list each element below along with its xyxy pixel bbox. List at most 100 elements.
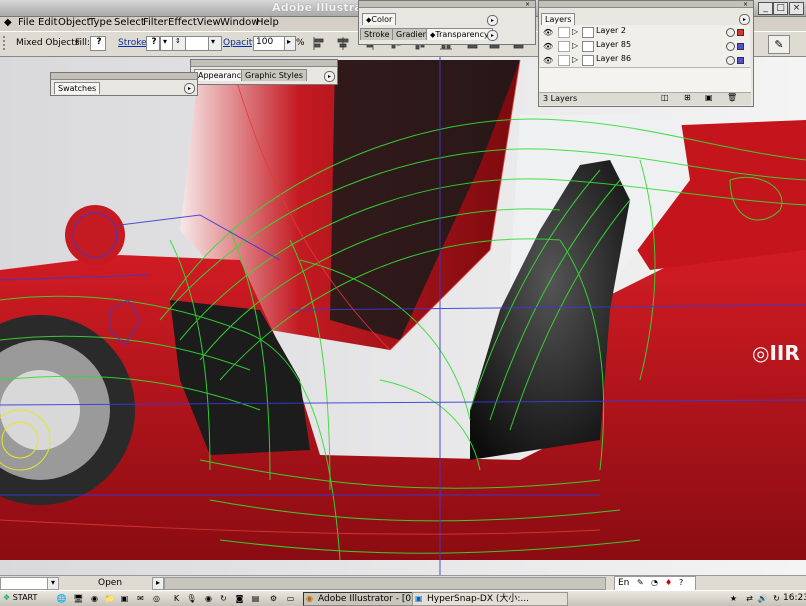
- fill-swatch[interactable]: ?: [90, 36, 106, 51]
- menu-select[interactable]: Select: [114, 17, 145, 28]
- opacity-dropdown-icon[interactable]: ▸: [284, 36, 296, 51]
- layer-name[interactable]: Layer 85: [596, 40, 631, 49]
- layers-panel-menu-icon[interactable]: ▸: [739, 14, 750, 25]
- visibility-eye-icon[interactable]: 👁: [543, 42, 553, 51]
- menu-type[interactable]: Type: [89, 17, 112, 28]
- visibility-eye-icon[interactable]: 👁: [543, 28, 553, 37]
- appearance-panel-menu-icon[interactable]: ▸: [324, 71, 335, 82]
- brush-tool-icon[interactable]: ✎: [768, 35, 790, 54]
- color-panel-close-icon[interactable]: ×: [525, 1, 530, 8]
- transparency-panel-menu-icon[interactable]: ▸: [487, 30, 498, 41]
- quicklaunch-ie-icon[interactable]: 🌐: [56, 593, 67, 604]
- align-hcenter-icon[interactable]: [337, 37, 349, 50]
- color-panel: × ◆Color ▸ Stroke Gradient ◆Transparency…: [358, 0, 536, 45]
- tray-update-icon[interactable]: ↻: [771, 593, 782, 604]
- quicklaunch-app-icon[interactable]: ▣: [119, 593, 130, 604]
- layer-row[interactable]: 👁 ▷ Layer 85: [540, 39, 750, 54]
- delete-layer-icon[interactable]: 🗑: [727, 93, 737, 102]
- expand-arrow-icon[interactable]: ▷: [572, 41, 578, 50]
- new-layer-icon[interactable]: ▣: [705, 93, 713, 102]
- task-hypersnap[interactable]: ▣ HyperSnap-DX (大小:...: [412, 592, 568, 606]
- lock-toggle[interactable]: [558, 27, 570, 38]
- mirror: [65, 205, 125, 265]
- tab-transparency[interactable]: ◆Transparency: [426, 28, 493, 40]
- tab-swatches[interactable]: Swatches: [54, 82, 101, 94]
- selection-color-square[interactable]: [737, 43, 744, 50]
- lock-toggle[interactable]: [558, 55, 570, 66]
- expand-arrow-icon[interactable]: ▷: [572, 55, 578, 64]
- start-button[interactable]: ❖ START: [1, 592, 47, 604]
- quicklaunch-sync-icon[interactable]: ↻: [218, 593, 229, 604]
- ime-flag-icon[interactable]: ♦: [665, 578, 672, 587]
- zoom-dropdown-icon[interactable]: ▾: [47, 577, 59, 590]
- artwork-canvas[interactable]: ◎IIR: [0, 56, 806, 575]
- selection-color-square[interactable]: [737, 29, 744, 36]
- menu-file[interactable]: File: [18, 17, 35, 28]
- target-circle-icon[interactable]: [726, 28, 735, 37]
- stroke-weight-dropdown-icon[interactable]: ▾: [208, 36, 222, 51]
- ime-help-icon[interactable]: ?: [679, 578, 683, 587]
- layer-name[interactable]: Layer 2: [596, 26, 626, 35]
- layers-panel-grip[interactable]: [539, 1, 753, 8]
- layers-panel-close-icon[interactable]: ×: [743, 1, 748, 8]
- language-indicator[interactable]: En: [618, 578, 629, 588]
- layer-row[interactable]: 👁 ▷ Layer 2: [540, 25, 750, 40]
- layer-name[interactable]: Layer 86: [596, 54, 631, 63]
- color-panel-grip[interactable]: [359, 1, 535, 8]
- tab-stroke[interactable]: Stroke: [360, 28, 394, 40]
- menu-view[interactable]: View: [197, 17, 221, 28]
- menu-effect[interactable]: Effect: [168, 17, 197, 28]
- task-illustrator[interactable]: ◉ Adobe Illustrator - [05...: [303, 592, 419, 606]
- stroke-label[interactable]: Stroke:: [118, 38, 150, 48]
- quicklaunch-media-icon[interactable]: ◉: [89, 593, 100, 604]
- tray-speaker-icon[interactable]: 🔊: [757, 593, 768, 604]
- ime-icon[interactable]: ✎: [637, 578, 644, 587]
- layer-row[interactable]: 👁 ▷ Layer 86: [540, 53, 750, 68]
- swatches-panel-menu-icon[interactable]: ▸: [184, 83, 195, 94]
- quicklaunch-window-icon[interactable]: ▭: [285, 593, 296, 604]
- target-circle-icon[interactable]: [726, 42, 735, 51]
- menu-window[interactable]: Window: [220, 17, 259, 28]
- selection-color-square[interactable]: [737, 57, 744, 64]
- quicklaunch-camera-icon[interactable]: ◙: [234, 593, 245, 604]
- make-clipping-mask-icon[interactable]: ◫: [661, 93, 669, 102]
- new-sublayer-icon[interactable]: ⊞: [684, 93, 691, 102]
- quicklaunch-folder-icon[interactable]: 📁: [104, 593, 115, 604]
- horizontal-scrollbar[interactable]: [164, 577, 606, 590]
- quicklaunch-desktop-icon[interactable]: 🖥: [73, 593, 84, 604]
- tab-graphic-styles[interactable]: Graphic Styles: [241, 69, 307, 81]
- zoom-field[interactable]: [0, 577, 48, 590]
- visibility-eye-icon[interactable]: 👁: [543, 56, 553, 65]
- tray-star-icon[interactable]: ★: [728, 593, 739, 604]
- target-circle-icon[interactable]: [726, 56, 735, 65]
- menu-edit[interactable]: Edit: [38, 17, 57, 28]
- appearance-panel-grip[interactable]: [191, 60, 337, 67]
- menu-filter[interactable]: Filter: [143, 17, 168, 28]
- close-button[interactable]: ×: [789, 2, 804, 15]
- align-left-icon[interactable]: [313, 37, 324, 50]
- swatches-panel-grip[interactable]: [51, 73, 197, 80]
- expand-arrow-icon[interactable]: ▷: [572, 27, 578, 36]
- menu-object[interactable]: Object: [58, 17, 91, 28]
- quicklaunch-k-icon[interactable]: K: [171, 593, 182, 604]
- quicklaunch-browser-icon[interactable]: ◎: [151, 593, 162, 604]
- opacity-input[interactable]: 100: [253, 36, 287, 51]
- tab-color[interactable]: ◆Color: [362, 13, 397, 25]
- ime-mode-icon[interactable]: ◔: [651, 578, 658, 587]
- tab-layers[interactable]: Layers: [541, 13, 576, 25]
- menu-help[interactable]: Help: [256, 17, 279, 28]
- quicklaunch-screen-icon[interactable]: ▤: [250, 593, 261, 604]
- maximize-button[interactable]: □: [773, 2, 788, 15]
- quicklaunch-tool-icon[interactable]: ⚙: [268, 593, 279, 604]
- quicklaunch-globe-icon[interactable]: ◉: [203, 593, 214, 604]
- quicklaunch-mic-icon[interactable]: 🎙: [186, 593, 197, 604]
- stroke-swatch[interactable]: ?: [146, 36, 160, 51]
- tray-network-icon[interactable]: ⇄: [744, 593, 755, 604]
- status-menu-icon[interactable]: ▸: [152, 577, 164, 590]
- stroke-weight-stepper[interactable]: ⇕: [172, 36, 186, 51]
- app-menu-icon[interactable]: ◆: [4, 17, 12, 28]
- lock-toggle[interactable]: [558, 41, 570, 52]
- color-panel-menu-icon[interactable]: ▸: [487, 15, 498, 26]
- quicklaunch-mail-icon[interactable]: ✉: [135, 593, 146, 604]
- minimize-button[interactable]: _: [758, 2, 773, 15]
